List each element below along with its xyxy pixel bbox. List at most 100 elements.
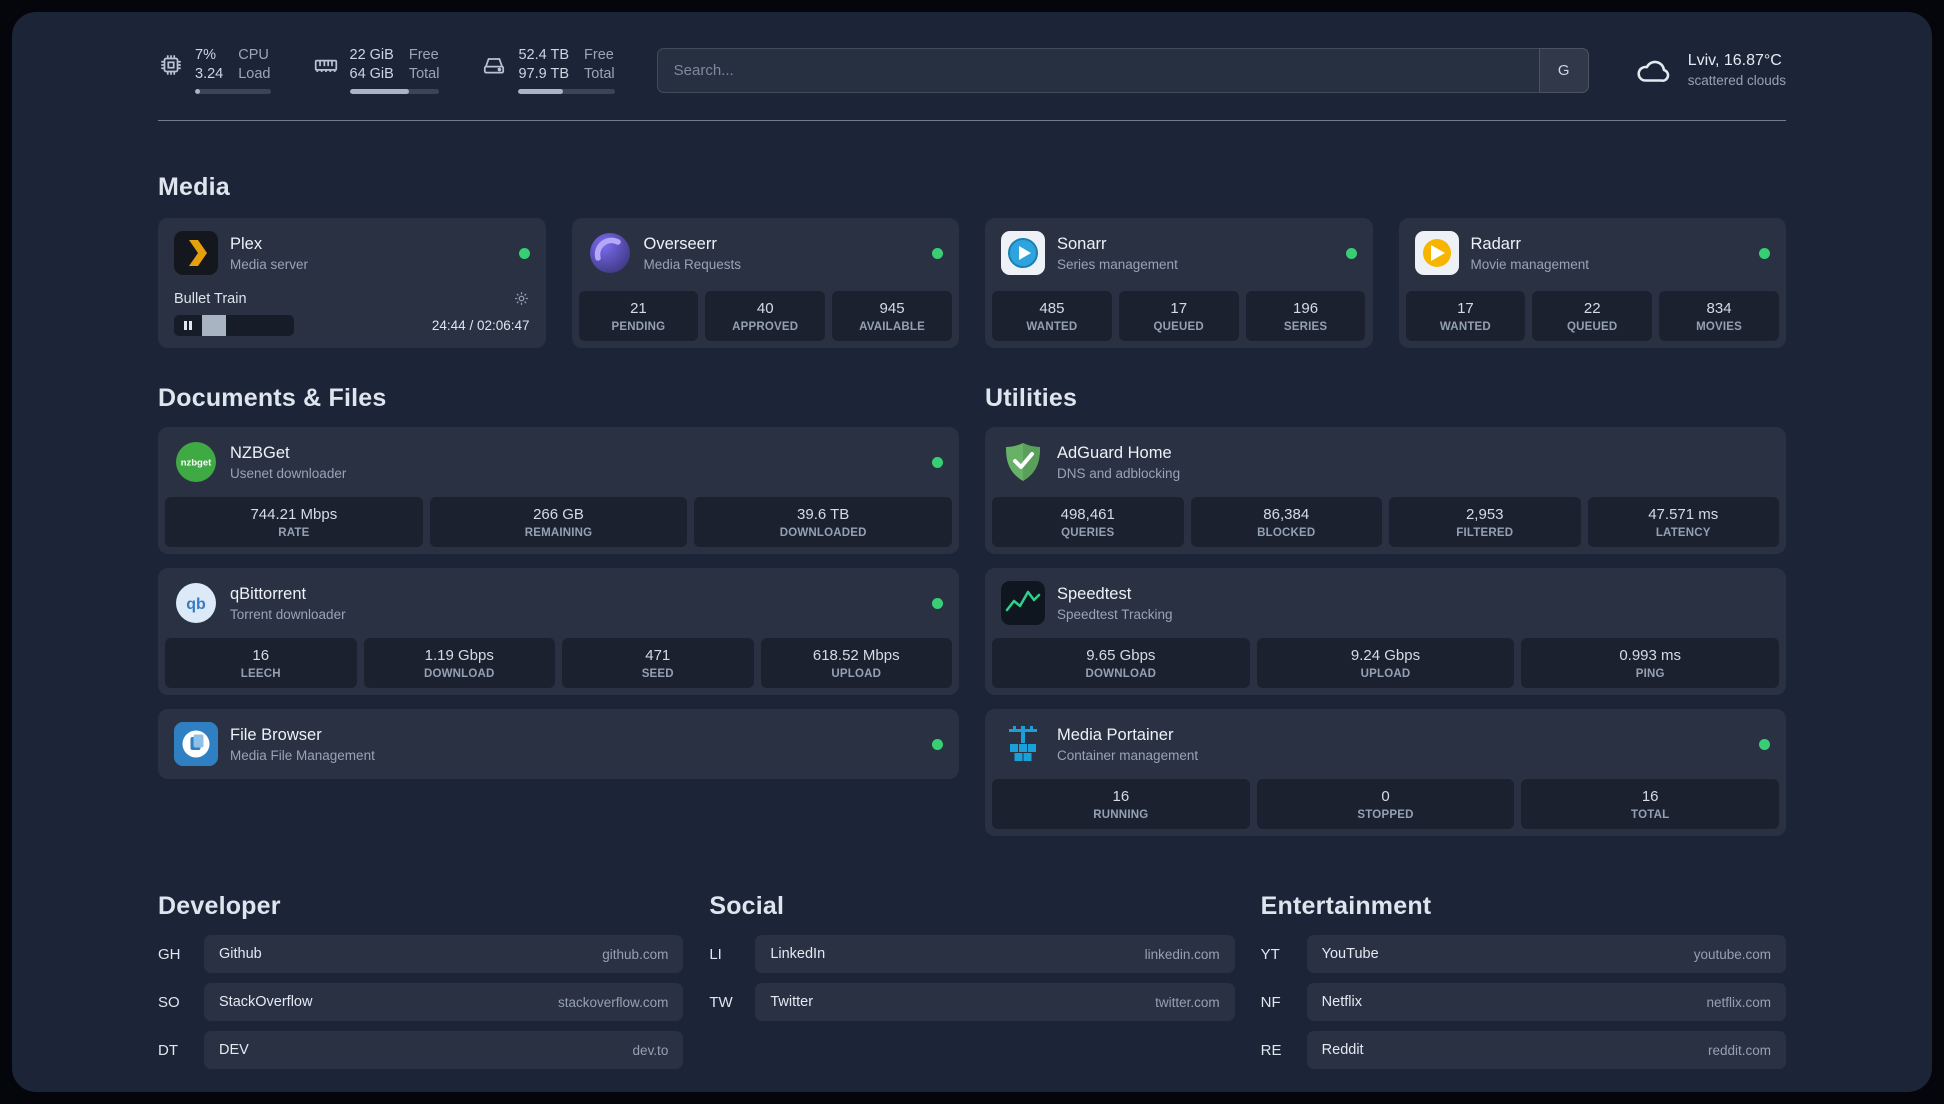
service-name: File Browser xyxy=(230,725,322,744)
bookmark-group-entertainment: Entertainment YT YouTube youtube.com NF … xyxy=(1261,892,1786,1079)
bookmark-name: Reddit xyxy=(1321,1042,1364,1058)
disk-total-value: 97.9 TB xyxy=(518,66,570,82)
bookmark-link-reddit[interactable]: Reddit reddit.com xyxy=(1306,1031,1786,1069)
stat-block: 16 LEECH xyxy=(165,638,357,688)
radarr-icon xyxy=(1414,231,1459,275)
status-dot xyxy=(932,456,943,468)
stat-label: SEED xyxy=(641,668,674,680)
stat-value: 9.24 Gbps xyxy=(1350,647,1421,664)
stat-block: 945 AVAILABLE xyxy=(832,291,952,341)
media-card-grid: Plex Media server Bullet Train 24:44 / 0… xyxy=(158,218,1786,348)
memory-icon xyxy=(314,59,337,73)
bookmark-abbr: GH xyxy=(158,945,181,963)
bookmark-netflix: NF Netflix netflix.com xyxy=(1261,983,1786,1021)
bookmark-link-youtube[interactable]: YouTube youtube.com xyxy=(1306,935,1786,973)
cpu-usage-label: CPU xyxy=(238,47,269,63)
stat-block: 17 QUEUED xyxy=(1118,291,1239,341)
stat-block: 21 PENDING xyxy=(578,291,699,341)
stat-value: 16 xyxy=(252,647,270,664)
stat-label: DOWNLOAD xyxy=(423,668,495,680)
service-stats: 16 RUNNING 0 STOPPED 16 TOTAL xyxy=(985,779,1786,836)
search-input[interactable] xyxy=(656,47,1539,93)
service-stats: 9.65 Gbps DOWNLOAD 9.24 Gbps UPLOAD 0.993 … xyxy=(985,638,1786,695)
bookmark-link-netflix[interactable]: Netflix netflix.com xyxy=(1306,983,1786,1021)
stat-label: MOVIES xyxy=(1696,321,1743,333)
stat-value: 47.571 ms xyxy=(1648,506,1719,523)
service-link-overseerr[interactable]: Overseerr Media Requests xyxy=(572,218,960,288)
bookmark-url: stackoverflow.com xyxy=(558,994,669,1010)
gear-icon[interactable] xyxy=(513,290,530,307)
bookmark-link-github[interactable]: Github github.com xyxy=(204,935,684,973)
service-description: DNS and adblocking xyxy=(1057,465,1181,481)
weather-location: Lviv, 16.87°C xyxy=(1687,52,1782,69)
stat-block: 9.65 Gbps DOWNLOAD xyxy=(992,638,1250,688)
stat-block: 9.24 Gbps UPLOAD xyxy=(1256,638,1515,688)
stat-label: REMAINING xyxy=(524,527,593,539)
service-card-speedtest: Speedtest Speedtest Tracking 9.65 Gbps DO… xyxy=(985,568,1786,695)
bookmark-link-linkedin[interactable]: LinkedIn linkedin.com xyxy=(755,935,1235,973)
disk-free-value: 52.4 TB xyxy=(518,47,570,63)
bookmark-abbr: YT xyxy=(1260,945,1280,963)
stat-block: 485 WANTED xyxy=(992,291,1112,341)
memory-widget: 22 GiB Free 64 GiB Total xyxy=(313,46,440,94)
service-stats: 21 PENDING 40 APPROVED 945 AVAILABLE xyxy=(572,291,960,348)
service-link-portainer[interactable]: Media Portainer Container management xyxy=(985,709,1786,779)
stat-label: WANTED xyxy=(1439,321,1491,333)
service-link-sonarr[interactable]: Sonarr Series management xyxy=(985,218,1373,288)
stat-block: 1.19 Gbps DOWNLOAD xyxy=(363,638,555,688)
service-stats: 17 WANTED 22 QUEUED 834 MOVIES xyxy=(1399,291,1787,348)
now-playing-widget: Bullet Train 24:44 / 02:06:47 xyxy=(158,288,546,348)
bookmark-url: linkedin.com xyxy=(1144,946,1220,962)
section-title-utilities: Utilities xyxy=(985,384,1078,412)
stat-value: 834 xyxy=(1706,300,1732,317)
service-link-speedtest[interactable]: Speedtest Speedtest Tracking xyxy=(985,568,1786,638)
bookmark-abbr: RE xyxy=(1260,1041,1282,1059)
service-link-radarr[interactable]: Radarr Movie management xyxy=(1399,218,1787,288)
plex-icon xyxy=(174,231,218,275)
stat-block: 744.21 Mbps RATE xyxy=(165,497,423,547)
service-link-plex[interactable]: Plex Media server xyxy=(158,218,546,288)
section-title-documents: Documents & Files xyxy=(158,384,387,412)
stat-block: 16 RUNNING xyxy=(992,779,1250,829)
bookmark-link-stackoverflow[interactable]: StackOverflow stackoverflow.com xyxy=(204,983,684,1021)
stat-block: 471 SEED xyxy=(562,638,754,688)
bookmark-youtube: YT YouTube youtube.com xyxy=(1261,935,1786,973)
stat-value: 2,953 xyxy=(1465,506,1504,523)
status-dot xyxy=(1759,738,1770,750)
stat-value: 16 xyxy=(1112,788,1130,805)
service-name: qBittorrent xyxy=(230,584,307,603)
stat-label: RATE xyxy=(278,527,310,539)
status-dot xyxy=(932,597,943,609)
filebrowser-icon xyxy=(174,722,218,766)
stat-value: 0 xyxy=(1381,788,1390,805)
service-link-nzbget[interactable]: nzbget NZBGet Usenet downloader xyxy=(158,427,959,497)
bookmark-link-dev[interactable]: DEV dev.to xyxy=(204,1031,684,1069)
stat-block: 498,461 QUERIES xyxy=(992,497,1184,547)
stat-label: DOWNLOAD xyxy=(1085,668,1157,680)
bookmark-name: Netflix xyxy=(1321,994,1362,1010)
service-link-qbittorrent[interactable]: qb qBittorrent Torrent downloader xyxy=(158,568,959,638)
service-name: Speedtest xyxy=(1057,584,1132,603)
bookmark-url: github.com xyxy=(602,946,669,962)
service-card-nzbget: nzbget NZBGet Usenet downloader 744.21 M… xyxy=(158,427,959,554)
playback-progress-bar[interactable] xyxy=(174,315,294,336)
stat-label: APPROVED xyxy=(732,321,799,333)
cloud-icon xyxy=(1637,60,1669,82)
service-link-adguard[interactable]: AdGuard Home DNS and adblocking xyxy=(985,427,1786,497)
status-dot xyxy=(932,738,943,750)
stat-block: 47.571 ms LATENCY xyxy=(1587,497,1779,547)
service-link-filebrowser[interactable]: File Browser Media File Management xyxy=(158,709,959,779)
service-card-adguard: AdGuard Home DNS and adblocking 498,461 Q… xyxy=(985,427,1786,554)
cpu-load-value: 3.24 xyxy=(195,66,224,82)
search-provider-button[interactable]: G xyxy=(1538,47,1589,93)
stat-label: TOTAL xyxy=(1631,809,1670,821)
bookmark-link-twitter[interactable]: Twitter twitter.com xyxy=(755,983,1235,1021)
service-description: Container management xyxy=(1057,747,1199,763)
stat-value: 9.65 Gbps xyxy=(1086,647,1156,664)
topbar-divider xyxy=(158,120,1786,121)
bookmark-url: twitter.com xyxy=(1155,994,1220,1010)
disk-free-label: Free xyxy=(584,47,614,63)
stat-label: QUEUED xyxy=(1567,321,1618,333)
service-stats: 744.21 Mbps RATE 266 GB REMAINING 39.6 TB D… xyxy=(158,497,959,554)
service-card-radarr: Radarr Movie management 17 WANTED 22 QUEUE… xyxy=(1398,218,1787,348)
